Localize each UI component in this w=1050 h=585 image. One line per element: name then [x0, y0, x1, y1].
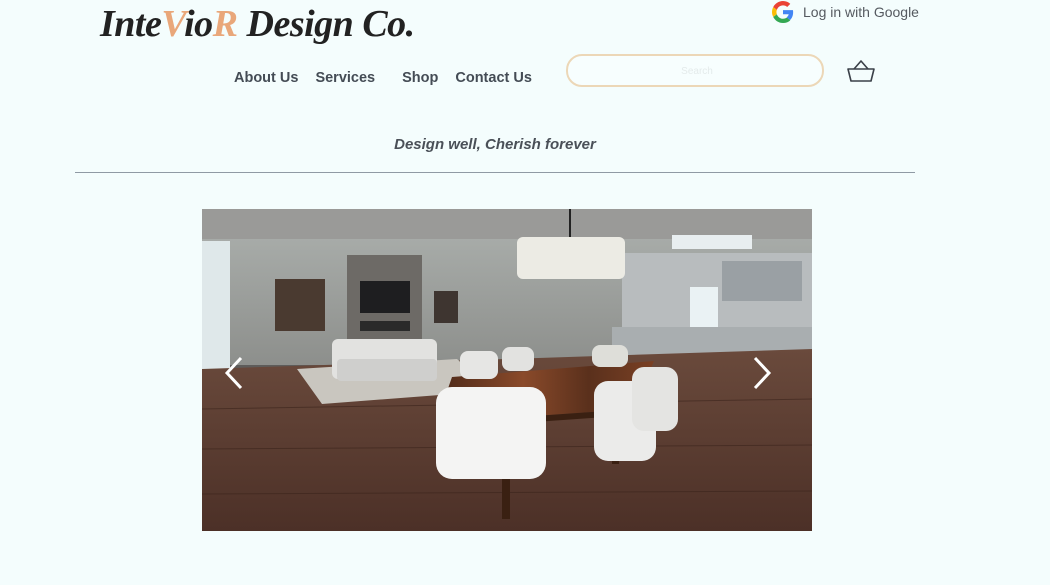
nav-services[interactable]: Services — [309, 68, 381, 88]
google-icon — [772, 1, 794, 23]
header-divider — [75, 172, 915, 173]
logo-text-2: io — [184, 3, 213, 45]
chevron-left-icon[interactable] — [224, 356, 244, 395]
main-nav: About Us Services Shop Contact Us — [228, 68, 538, 88]
chevron-right-icon[interactable] — [752, 356, 772, 395]
logo-accent-v: V — [161, 3, 185, 45]
tagline: Design well, Cherish forever — [394, 136, 596, 153]
site-logo[interactable]: InteVioR Design Co. — [100, 2, 415, 46]
slide-image — [202, 209, 812, 531]
search-box — [566, 54, 826, 87]
search-input[interactable] — [568, 56, 826, 87]
nav-about-us[interactable]: About Us — [228, 68, 304, 88]
google-login-button[interactable]: Log in with Google — [772, 0, 919, 24]
logo-accent-r: R — [212, 3, 238, 45]
cart-button[interactable] — [846, 58, 876, 84]
nav-contact-us[interactable]: Contact Us — [449, 68, 538, 88]
nav-shop[interactable]: Shop — [396, 68, 444, 88]
logo-text-1: Inte — [100, 3, 162, 45]
basket-icon — [846, 58, 876, 84]
page: InteVioR Design Co. Log in with Google A… — [0, 0, 1050, 585]
login-label: Log in with Google — [803, 4, 919, 20]
logo-text-3: Design Co. — [237, 3, 416, 45]
slideshow — [202, 209, 812, 531]
